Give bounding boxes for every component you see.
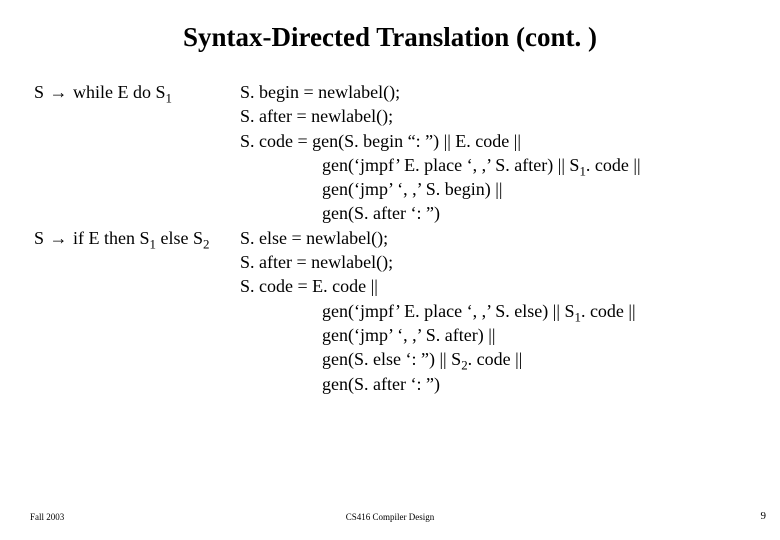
code-line: gen(‘jmp’ ‘, ,’ S. begin) || xyxy=(240,177,641,201)
code-text: . code || xyxy=(586,155,641,175)
code-text: . code || xyxy=(468,349,523,369)
rule-ifelse-lhs: S → if E then S1 else S2 xyxy=(34,226,240,250)
arrow-icon: → xyxy=(49,226,69,250)
lhs-text: else S xyxy=(156,228,203,248)
code-line: gen(‘jmp’ ‘, ,’ S. after) || xyxy=(240,323,636,347)
rule-while-rhs: S. begin = newlabel(); S. after = newlab… xyxy=(240,80,641,226)
code-line: S. begin = newlabel(); xyxy=(240,80,641,104)
code-line: gen(‘jmpf’ E. place ‘, ,’ S. else) || S1… xyxy=(240,299,636,323)
code-text: gen(‘jmpf’ E. place ‘, ,’ S. after) || S xyxy=(322,155,579,175)
code-line: gen(S. after ‘: ”) xyxy=(240,372,636,396)
code-text: . code || xyxy=(581,301,636,321)
code-line: gen(S. after ‘: ”) xyxy=(240,201,641,225)
footer-center: CS416 Compiler Design xyxy=(0,512,780,522)
arrow-icon: → xyxy=(49,80,69,104)
rule-while-lhs: S → while E do S1 xyxy=(34,80,240,104)
lhs-text: if E then S xyxy=(69,228,150,248)
code-line: S. after = newlabel(); xyxy=(240,104,641,128)
rule-ifelse: S → if E then S1 else S2 S. else = newla… xyxy=(34,226,641,396)
rule-ifelse-rhs: S. else = newlabel(); S. after = newlabe… xyxy=(240,226,636,396)
subscript: 1 xyxy=(166,91,172,106)
code-line: S. else = newlabel(); xyxy=(240,226,636,250)
slide: Syntax-Directed Translation (cont. ) S →… xyxy=(0,0,780,540)
code-line: S. code = gen(S. begin “: ”) || E. code … xyxy=(240,129,641,153)
code-line: S. code = E. code || xyxy=(240,274,636,298)
lhs-text: S xyxy=(34,228,49,248)
footer-page-number: 9 xyxy=(761,510,767,522)
code-line: S. after = newlabel(); xyxy=(240,250,636,274)
rule-while: S → while E do S1 S. begin = newlabel();… xyxy=(34,80,641,226)
code-text: gen(‘jmpf’ E. place ‘, ,’ S. else) || S xyxy=(322,301,574,321)
code-line: gen(‘jmpf’ E. place ‘, ,’ S. after) || S… xyxy=(240,153,641,177)
slide-title: Syntax-Directed Translation (cont. ) xyxy=(0,22,780,53)
lhs-text: while E do S xyxy=(69,82,166,102)
code-line: gen(S. else ‘: ”) || S2. code || xyxy=(240,347,636,371)
code-text: gen(S. else ‘: ”) || S xyxy=(322,349,461,369)
lhs-text: S xyxy=(34,82,49,102)
slide-content: S → while E do S1 S. begin = newlabel();… xyxy=(34,80,641,396)
subscript: 2 xyxy=(203,236,209,251)
